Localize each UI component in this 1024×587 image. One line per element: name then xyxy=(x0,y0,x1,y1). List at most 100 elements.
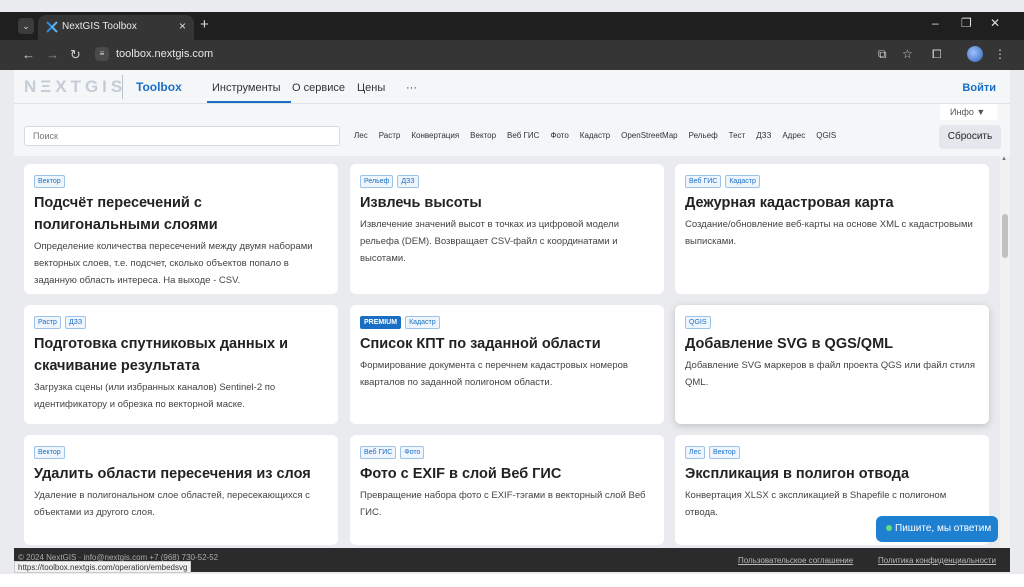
card-title: Дежурная кадастровая карта xyxy=(685,195,894,211)
scroll-up-icon[interactable]: ▲ xyxy=(1001,156,1007,162)
tag-badge: Кадастр xyxy=(725,175,760,188)
user-agreement-link[interactable]: Пользовательское соглашение xyxy=(738,556,853,565)
close-window-button[interactable]: ✕ xyxy=(990,16,1000,30)
chat-label: Пишите, мы ответим xyxy=(895,523,992,534)
tag-list: Лес Растр Конвертация Вектор Веб ГИС Фот… xyxy=(354,131,836,140)
extensions-icon[interactable]: ⧠ xyxy=(932,47,942,62)
online-dot-icon xyxy=(886,525,892,531)
tag-badge: Лес xyxy=(685,446,705,459)
reset-button[interactable]: Сбросить xyxy=(939,125,1001,149)
profile-avatar[interactable] xyxy=(967,46,983,62)
privacy-policy-link[interactable]: Политика конфиденциальности xyxy=(878,556,996,565)
card-description: Определение количества пересечений между… xyxy=(34,241,313,286)
site-settings-icon[interactable]: ≡ xyxy=(95,47,109,61)
tool-card[interactable]: PREMIUM Кадастр Список КПТ по заданной об… xyxy=(350,305,664,424)
bookmark-star-icon[interactable]: ☆ xyxy=(902,47,913,61)
info-dropdown[interactable]: Инфо ▼ xyxy=(940,104,998,120)
maximize-button[interactable]: ❐ xyxy=(961,16,972,30)
card-description: Превращение набора фото с EXIF-тэгами в … xyxy=(360,490,646,518)
card-title: Извлечь высоты xyxy=(360,195,482,211)
card-description: Добавление SVG маркеров в файл проекта Q… xyxy=(685,360,975,388)
tag-cadastre[interactable]: Кадастр xyxy=(580,131,610,140)
nextgis-logo[interactable]: NΞXTGIS xyxy=(24,77,126,97)
tag-badge: Рельеф xyxy=(360,175,394,188)
card-title: Подготовка спутниковых данных и скачиван… xyxy=(34,336,288,374)
tool-card[interactable]: Веб ГИС Фото Фото с EXIF в слой Веб ГИС П… xyxy=(350,435,664,545)
tool-card[interactable]: Вектор Удалить области пересечения из сл… xyxy=(24,435,338,545)
tag-photo[interactable]: Фото xyxy=(550,131,568,140)
filter-bar: Инфо ▼ Лес Растр Конвертация Вектор Веб … xyxy=(14,104,1010,156)
scroll-thumb[interactable] xyxy=(1002,214,1008,258)
tag-osm[interactable]: OpenStreetMap xyxy=(621,131,677,140)
card-title: Экспликация в полигон отвода xyxy=(685,466,910,482)
card-description: Создание/обновление веб-карты на основе … xyxy=(685,219,973,247)
minimize-button[interactable]: – xyxy=(932,16,939,30)
search-input[interactable] xyxy=(24,126,340,146)
card-title: Удалить области пересечения из слоя xyxy=(34,466,311,482)
tool-card[interactable]: Рельеф ДЗЗ Извлечь высоты Извлечение знач… xyxy=(350,164,664,294)
tag-badge: Кадастр xyxy=(405,316,440,329)
back-icon[interactable]: ← xyxy=(22,47,35,62)
tag-badge: Веб ГИС xyxy=(685,175,722,188)
chat-button[interactable]: Пишите, мы ответим xyxy=(876,516,998,542)
tag-badge: Вектор xyxy=(34,175,65,188)
reload-icon[interactable]: ↻ xyxy=(70,47,81,63)
tag-raster[interactable]: Растр xyxy=(379,131,401,140)
nextgis-favicon-icon xyxy=(46,21,58,33)
browser-menu-icon[interactable]: ⋮ xyxy=(994,47,1006,61)
card-title: Подсчёт пересечений с полигональными сло… xyxy=(34,195,218,233)
site-header: NΞXTGIS Toolbox Инструменты О сервисе Це… xyxy=(14,70,1010,104)
address-bar[interactable]: toolbox.nextgis.com xyxy=(116,48,213,60)
tag-les[interactable]: Лес xyxy=(354,131,368,140)
tag-qgis[interactable]: QGIS xyxy=(816,131,836,140)
nav-more[interactable]: ··· xyxy=(406,82,417,94)
card-title: Список КПТ по заданной области xyxy=(360,336,601,352)
tag-badge: Вектор xyxy=(34,446,65,459)
tag-relief[interactable]: Рельеф xyxy=(689,131,718,140)
close-tab-icon[interactable]: × xyxy=(179,19,186,33)
tools-grid: Вектор Подсчёт пересечений с полигональн… xyxy=(14,156,1000,548)
tag-badge: QGIS xyxy=(685,316,711,329)
card-title: Добавление SVG в QGS/QML xyxy=(685,336,894,352)
tag-badge: Растр xyxy=(34,316,61,329)
card-description: Извлечение значений высот в точках из ци… xyxy=(360,219,620,264)
tag-vector[interactable]: Вектор xyxy=(470,131,496,140)
new-tab-button[interactable]: + xyxy=(200,16,209,33)
tool-card[interactable]: Вектор Подсчёт пересечений с полигональн… xyxy=(24,164,338,294)
card-title: Фото с EXIF в слой Веб ГИС xyxy=(360,466,562,482)
tool-card[interactable]: Растр ДЗЗ Подготовка спутниковых данных и… xyxy=(24,305,338,424)
premium-badge: PREMIUM xyxy=(360,316,402,329)
login-button[interactable]: Войти xyxy=(962,82,996,94)
tab-title: NextGIS Toolbox xyxy=(62,21,137,32)
nav-active-indicator xyxy=(207,101,291,103)
tag-badge: Фото xyxy=(400,446,425,459)
tag-address[interactable]: Адрес xyxy=(782,131,805,140)
browser-tab[interactable]: NextGIS Toolbox × xyxy=(38,15,194,40)
tag-badge: ДЗЗ xyxy=(64,316,87,329)
tag-dzz[interactable]: ДЗЗ xyxy=(756,131,771,140)
browser-toolbar: ← → ↻ ≡ toolbox.nextgis.com ⧉ ☆ ⧠ ⋮ xyxy=(0,40,1024,70)
tag-badge: Вектор xyxy=(709,446,740,459)
card-description: Удаление в полигональном слое областей, … xyxy=(34,490,310,518)
tag-test[interactable]: Тест xyxy=(729,131,746,140)
card-description: Формирование документа с перечнем кадаст… xyxy=(360,360,628,388)
nav-prices[interactable]: Цены xyxy=(357,82,385,94)
toolbox-link[interactable]: Toolbox xyxy=(136,80,182,94)
nav-about[interactable]: О сервисе xyxy=(292,82,345,94)
window-bottom-edge xyxy=(0,574,1024,587)
tool-card[interactable]: Веб ГИС Кадастр Дежурная кадастровая карт… xyxy=(675,164,989,294)
browser-tab-bar: ⌄ NextGIS Toolbox × + – ❐ ✕ xyxy=(0,12,1024,40)
tag-badge: ДЗЗ xyxy=(397,175,419,188)
tab-search-icon[interactable]: ⌄ xyxy=(18,18,34,34)
card-description: Загрузка сцены (или избранных каналов) S… xyxy=(34,382,276,410)
tool-card[interactable]: QGIS Добавление SVG в QGS/QML Добавление… xyxy=(675,305,989,424)
nav-tools[interactable]: Инструменты xyxy=(212,82,281,94)
link-status-bar: https://toolbox.nextgis.com/operation/em… xyxy=(14,561,192,573)
logo-divider xyxy=(122,75,123,99)
tag-webgis[interactable]: Веб ГИС xyxy=(507,131,539,140)
install-app-icon[interactable]: ⧉ xyxy=(878,47,887,62)
forward-icon[interactable]: → xyxy=(46,47,59,62)
tag-conversion[interactable]: Конвертация xyxy=(411,131,459,140)
tag-badge: Веб ГИС xyxy=(360,446,397,459)
page-scrollbar[interactable]: ▲ xyxy=(1000,156,1010,548)
